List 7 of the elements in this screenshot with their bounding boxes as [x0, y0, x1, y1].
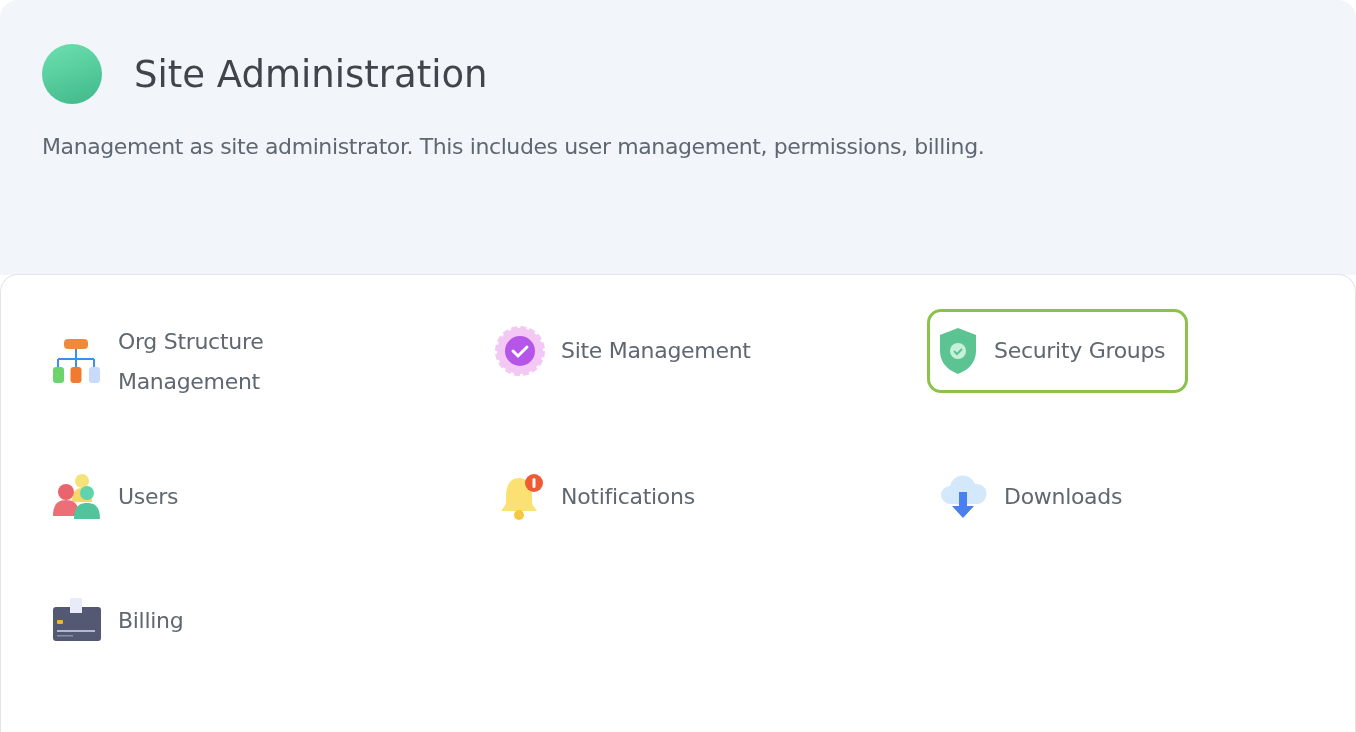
shield-check-icon: [938, 326, 978, 376]
users-icon: [52, 472, 102, 522]
page-title: Site Administration: [134, 52, 488, 96]
page-description: Management as site administrator. This includes user management, permissions, billing.: [42, 134, 986, 159]
gear-check-icon: [495, 326, 545, 376]
logo-circle: [42, 44, 102, 104]
admin-link[interactable]: Security Groups: [927, 309, 1189, 393]
